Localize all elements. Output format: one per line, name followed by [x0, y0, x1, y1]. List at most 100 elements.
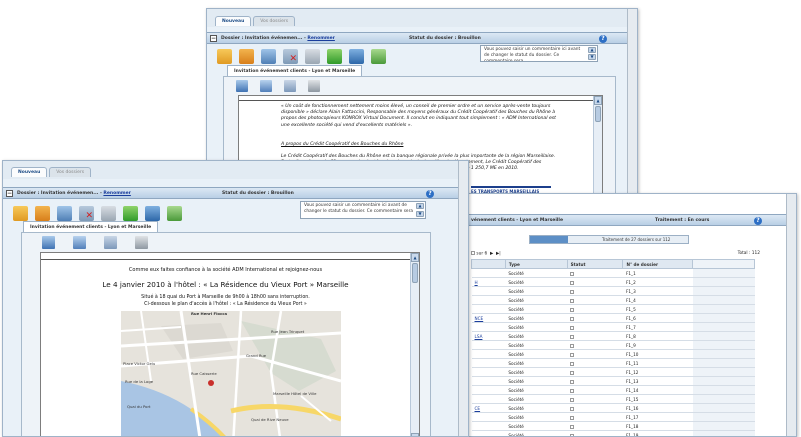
row-label[interactable] [471, 268, 506, 278]
preview-doc-icon[interactable] [260, 80, 272, 92]
pen-icon[interactable] [104, 236, 117, 249]
table-row[interactable]: NCE Société F1_6 [471, 313, 755, 323]
table-row[interactable]: CE Société F1_16 [471, 403, 755, 413]
row-label[interactable] [471, 340, 506, 350]
table-row[interactable]: Société F1_5 [471, 304, 755, 314]
help-icon[interactable]: ? [426, 190, 434, 198]
status-checkbox[interactable] [570, 280, 575, 285]
row-label[interactable]: LSA [471, 331, 506, 341]
copy-icon[interactable] [261, 48, 276, 64]
row-status[interactable] [567, 412, 623, 422]
row-label[interactable] [471, 430, 506, 436]
status-checkbox[interactable] [570, 370, 575, 375]
table-row[interactable]: Société F1_10 [471, 349, 755, 359]
column-header[interactable]: N° de dossier [622, 259, 694, 269]
grid-icon[interactable] [349, 48, 364, 64]
table-row[interactable]: H Société F1_2 [471, 277, 755, 287]
help-icon[interactable]: ? [754, 217, 762, 225]
row-label[interactable] [471, 385, 506, 395]
row-status[interactable] [567, 385, 623, 395]
tab-document[interactable]: Invitation événement clients - Lyon et M… [23, 221, 159, 232]
open-folder-icon[interactable] [217, 48, 232, 64]
table-row[interactable]: Société F1_11 [471, 358, 755, 368]
row-label[interactable] [471, 286, 506, 296]
status-checkbox[interactable] [570, 424, 575, 429]
copy-icon[interactable] [57, 205, 72, 221]
row-label[interactable] [471, 304, 506, 314]
row-label[interactable] [471, 322, 506, 332]
tab-vos-dossiers[interactable]: Vos dossiers [253, 16, 296, 26]
row-status[interactable] [567, 376, 623, 386]
scroll-up-icon[interactable]: ▲ [588, 47, 596, 53]
row-label[interactable] [471, 295, 506, 305]
forward-icon[interactable] [327, 48, 342, 64]
table-row[interactable]: Société F1_17 [471, 412, 755, 422]
table-row[interactable]: Société F1_13 [471, 376, 755, 386]
save-folder-icon[interactable] [35, 205, 50, 221]
tab-document[interactable]: Invitation événement clients - Lyon et M… [227, 65, 363, 76]
row-status[interactable] [567, 331, 623, 341]
status-checkbox[interactable] [570, 343, 575, 348]
comment-field[interactable]: Vous pouvez saisir un commentaire ici av… [480, 45, 598, 62]
row-status[interactable] [567, 403, 623, 413]
row-status[interactable] [567, 268, 623, 278]
row-label[interactable]: H [471, 277, 506, 287]
table-row[interactable]: Société F1_19 [471, 430, 755, 436]
row-status[interactable] [567, 313, 623, 323]
row-label[interactable] [471, 394, 506, 404]
scroll-down-icon[interactable]: ▼ [411, 433, 419, 436]
table-row[interactable]: LSA Société F1_8 [471, 331, 755, 341]
column-header[interactable]: Type [504, 259, 568, 269]
status-checkbox[interactable] [570, 415, 575, 420]
edit-doc-icon[interactable] [236, 80, 248, 92]
table-row[interactable]: Société F1_14 [471, 385, 755, 395]
scroll-thumb[interactable] [412, 263, 418, 283]
row-label[interactable] [471, 412, 506, 422]
edit-doc-icon[interactable] [42, 236, 55, 249]
column-header[interactable]: Statut [566, 259, 624, 269]
table-row[interactable]: Société F1_4 [471, 295, 755, 305]
table-row[interactable]: Société F1_9 [471, 340, 755, 350]
tools-icon[interactable] [305, 48, 320, 64]
status-checkbox[interactable] [570, 334, 575, 339]
scroll-up-icon[interactable]: ▲ [416, 203, 424, 209]
pen-icon[interactable] [284, 80, 296, 92]
row-status[interactable] [567, 322, 623, 332]
rename-link[interactable]: Renommer [307, 36, 334, 41]
row-label[interactable] [471, 367, 506, 377]
tab-nouveau[interactable]: Nouveau [11, 167, 48, 177]
delete-icon[interactable]: ✕ [79, 205, 94, 221]
row-status[interactable] [567, 286, 623, 296]
table-row[interactable]: Société F1_1 [471, 268, 755, 278]
status-checkbox[interactable] [570, 379, 575, 384]
row-label[interactable] [471, 349, 506, 359]
page-scrollbar[interactable] [627, 9, 637, 212]
tools-icon[interactable] [101, 205, 116, 221]
print-icon[interactable] [308, 80, 320, 92]
status-checkbox[interactable] [570, 433, 575, 436]
row-status[interactable] [567, 340, 623, 350]
status-checkbox[interactable] [570, 397, 575, 402]
open-folder-icon[interactable] [13, 205, 28, 221]
tab-vos-dossiers[interactable]: Vos dossiers [49, 167, 92, 177]
status-checkbox[interactable] [570, 316, 575, 321]
print-icon[interactable] [135, 236, 148, 249]
row-status[interactable] [567, 430, 623, 436]
row-label[interactable]: CE [471, 403, 506, 413]
row-label[interactable]: NCE [471, 313, 506, 323]
row-status[interactable] [567, 304, 623, 314]
status-checkbox[interactable] [570, 271, 575, 276]
status-checkbox[interactable] [570, 406, 575, 411]
row-status[interactable] [567, 349, 623, 359]
scroll-down-icon[interactable]: ▼ [416, 211, 424, 217]
row-label[interactable] [471, 358, 506, 368]
status-checkbox[interactable] [570, 325, 575, 330]
row-status[interactable] [567, 358, 623, 368]
row-status[interactable] [567, 367, 623, 377]
grid-icon[interactable] [145, 205, 160, 221]
scroll-up-icon[interactable]: ▲ [594, 96, 602, 105]
status-checkbox[interactable] [570, 298, 575, 303]
scroll-up-icon[interactable]: ▲ [411, 253, 419, 262]
row-status[interactable] [567, 394, 623, 404]
status-checkbox[interactable] [570, 307, 575, 312]
